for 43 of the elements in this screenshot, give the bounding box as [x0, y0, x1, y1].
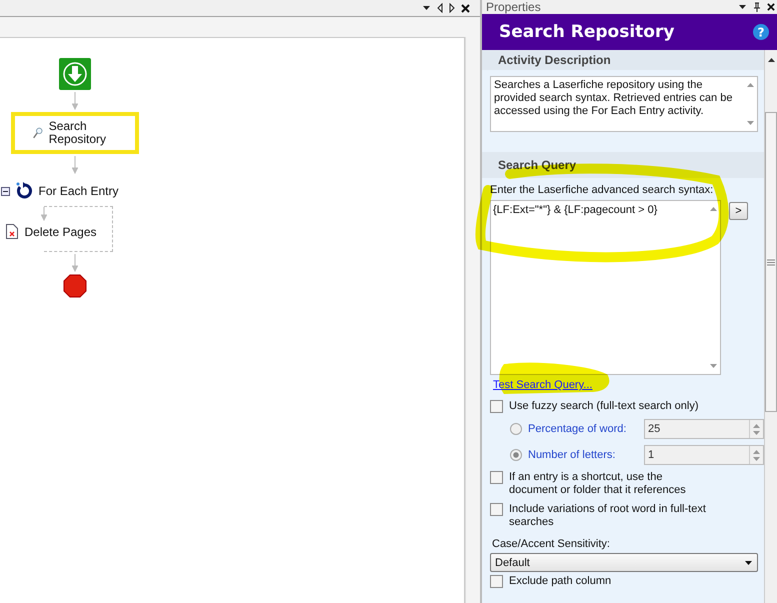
sensitivity-dropdown[interactable]: Default	[490, 553, 758, 572]
checkbox-label: Use fuzzy search (full-text search only)	[509, 400, 700, 413]
loop-label[interactable]: For Each Entry	[38, 184, 119, 198]
checkbox[interactable]	[490, 503, 503, 516]
start-icon[interactable]	[59, 58, 91, 90]
dropdown-label: Case/Accent Sensitivity:	[492, 538, 611, 550]
dropdown-arrow-icon[interactable]	[422, 5, 431, 11]
dropdown-arrow-icon	[744, 560, 753, 566]
activity-node[interactable]: Search Repository	[11, 112, 139, 154]
checkbox-label: Include variations of root word in full-text searches	[509, 503, 707, 529]
checkbox[interactable]	[490, 471, 503, 484]
connector-arrow	[72, 254, 78, 272]
checkbox[interactable]	[490, 575, 503, 588]
grip-icon	[767, 258, 775, 266]
section-heading: Activity Description	[498, 53, 611, 67]
radio-label: Number of letters:	[528, 449, 616, 461]
insert-token-button[interactable]: >	[729, 202, 748, 220]
left-arrow-icon[interactable]	[437, 3, 443, 13]
scrollbar-thumb[interactable]	[765, 112, 777, 412]
right-arrow-icon[interactable]	[449, 3, 455, 13]
header-title: Search Repository	[499, 22, 674, 42]
document-delete-icon	[6, 224, 18, 239]
pane-title: Properties	[486, 0, 541, 14]
vertical-scrollbar[interactable]	[764, 50, 777, 603]
magnifier-icon	[33, 125, 43, 141]
scroll-down-icon[interactable]	[746, 121, 754, 125]
checkbox-label: If an entry is a shortcut, use the document or folder that it references	[509, 471, 687, 497]
checkbox-label: Exclude path column	[509, 575, 612, 588]
scroll-up-icon[interactable]	[768, 58, 774, 62]
close-icon[interactable]	[767, 3, 775, 11]
connector-arrow	[72, 156, 78, 174]
radio-label: Percentage of word:	[528, 423, 628, 435]
description-text: Searches a Laserfiche repository using the provided search syntax. Retrieved entries can be accessed using the For Each Entry activity.	[493, 78, 734, 119]
checkbox[interactable]	[490, 400, 503, 413]
pin-icon[interactable]	[753, 2, 761, 12]
query-field[interactable]: {LF:Ext="*"} & {LF:pagecount > 0}	[490, 200, 721, 375]
scroll-down-icon[interactable]	[710, 364, 716, 368]
stop-icon[interactable]	[63, 274, 87, 298]
close-icon[interactable]	[461, 4, 470, 12]
dropdown-arrow-icon[interactable]	[738, 4, 747, 10]
loop-icon	[15, 182, 34, 200]
collapse-icon[interactable]	[1, 186, 10, 196]
connector-arrow	[72, 92, 78, 110]
